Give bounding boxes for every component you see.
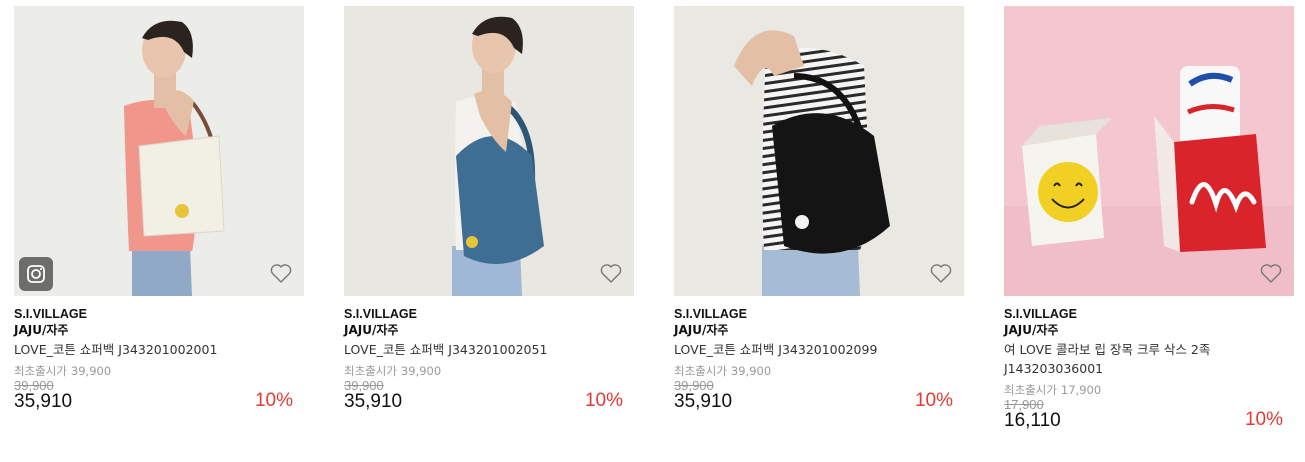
price-row: 16,110 10% bbox=[1004, 409, 1294, 433]
sale-price: 35,910 bbox=[14, 391, 73, 412]
product-info: S.I.VILLAGE JAJU/자주 LOVE_코튼 쇼퍼백 J3432010… bbox=[344, 296, 634, 414]
original-price-value: 39,900 bbox=[400, 364, 442, 378]
product-image[interactable] bbox=[14, 6, 304, 296]
original-price-line: 최초출시가 39,900 bbox=[14, 364, 304, 379]
product-info: S.I.VILLAGE JAJU/자주 여 LOVE 콜라보 립 장목 크루 삭… bbox=[1004, 296, 1294, 433]
product-name[interactable]: LOVE_코튼 쇼퍼백 J343201002051 bbox=[344, 340, 634, 359]
discount-rate: 10% bbox=[914, 390, 953, 411]
original-price-line: 최초출시가 39,900 bbox=[344, 364, 634, 379]
product-grid: S.I.VILLAGE JAJU/자주 LOVE_코튼 쇼퍼백 J3432010… bbox=[0, 0, 1305, 462]
product-photo-tote-blue bbox=[344, 6, 634, 296]
original-price-label: 최초출시가 bbox=[344, 364, 397, 378]
original-price-value: 17,900 bbox=[1060, 383, 1102, 397]
sub-brand-name: JAJU/자주 bbox=[14, 323, 69, 337]
discount-rate: 10% bbox=[254, 390, 293, 411]
sale-price: 16,110 bbox=[1004, 410, 1061, 431]
product-name[interactable]: LOVE_코튼 쇼퍼백 J343201002001 bbox=[14, 340, 304, 359]
product-image[interactable] bbox=[1004, 6, 1294, 296]
original-price-line: 최초출시가 39,900 bbox=[674, 364, 964, 379]
product-card[interactable]: S.I.VILLAGE JAJU/자주 여 LOVE 콜라보 립 장목 크루 삭… bbox=[1004, 6, 1294, 433]
product-card[interactable]: S.I.VILLAGE JAJU/자주 LOVE_코튼 쇼퍼백 J3432010… bbox=[14, 6, 304, 414]
original-price-value: 39,900 bbox=[70, 364, 112, 378]
original-price-line: 최초출시가 17,900 bbox=[1004, 383, 1294, 398]
heart-outline-icon[interactable] bbox=[928, 260, 954, 286]
heart-outline-icon[interactable] bbox=[598, 260, 624, 286]
product-photo-tote-black bbox=[674, 6, 964, 296]
price-row: 35,910 10% bbox=[14, 390, 304, 414]
product-photo-socks-gift-box bbox=[1004, 6, 1294, 296]
product-info: S.I.VILLAGE JAJU/자주 LOVE_코튼 쇼퍼백 J3432010… bbox=[674, 296, 964, 414]
product-name[interactable]: LOVE_코튼 쇼퍼백 J343201002099 bbox=[674, 340, 964, 359]
product-card[interactable]: S.I.VILLAGE JAJU/자주 LOVE_코튼 쇼퍼백 J3432010… bbox=[344, 6, 634, 414]
original-price-label: 최초출시가 bbox=[14, 364, 67, 378]
product-info: S.I.VILLAGE JAJU/자주 LOVE_코튼 쇼퍼백 J3432010… bbox=[14, 296, 304, 414]
instagram-icon[interactable] bbox=[19, 257, 53, 291]
brand-name: S.I.VILLAGE bbox=[344, 307, 417, 321]
brand-name: S.I.VILLAGE bbox=[14, 307, 87, 321]
sale-price: 35,910 bbox=[674, 391, 733, 412]
product-image[interactable] bbox=[674, 6, 964, 296]
product-card[interactable]: S.I.VILLAGE JAJU/자주 LOVE_코튼 쇼퍼백 J3432010… bbox=[674, 6, 964, 414]
price-row: 35,910 10% bbox=[674, 390, 964, 414]
product-image[interactable] bbox=[344, 6, 634, 296]
sale-price: 35,910 bbox=[344, 391, 403, 412]
product-name[interactable]: 여 LOVE 콜라보 립 장목 크루 삭스 2족 J143203036001 bbox=[1004, 340, 1294, 378]
sub-brand-name: JAJU/자주 bbox=[674, 323, 729, 337]
original-price-value: 39,900 bbox=[730, 364, 772, 378]
brand-name: S.I.VILLAGE bbox=[1004, 307, 1077, 321]
original-price-label: 최초출시가 bbox=[674, 364, 727, 378]
sub-brand-name: JAJU/자주 bbox=[344, 323, 399, 337]
product-photo-tote-white bbox=[14, 6, 304, 296]
sub-brand-name: JAJU/자주 bbox=[1004, 323, 1059, 337]
discount-rate: 10% bbox=[584, 390, 623, 411]
heart-outline-icon[interactable] bbox=[268, 260, 294, 286]
original-price-label: 최초출시가 bbox=[1004, 383, 1057, 397]
price-row: 35,910 10% bbox=[344, 390, 634, 414]
heart-outline-icon[interactable] bbox=[1258, 260, 1284, 286]
discount-rate: 10% bbox=[1244, 409, 1283, 430]
brand-name: S.I.VILLAGE bbox=[674, 307, 747, 321]
